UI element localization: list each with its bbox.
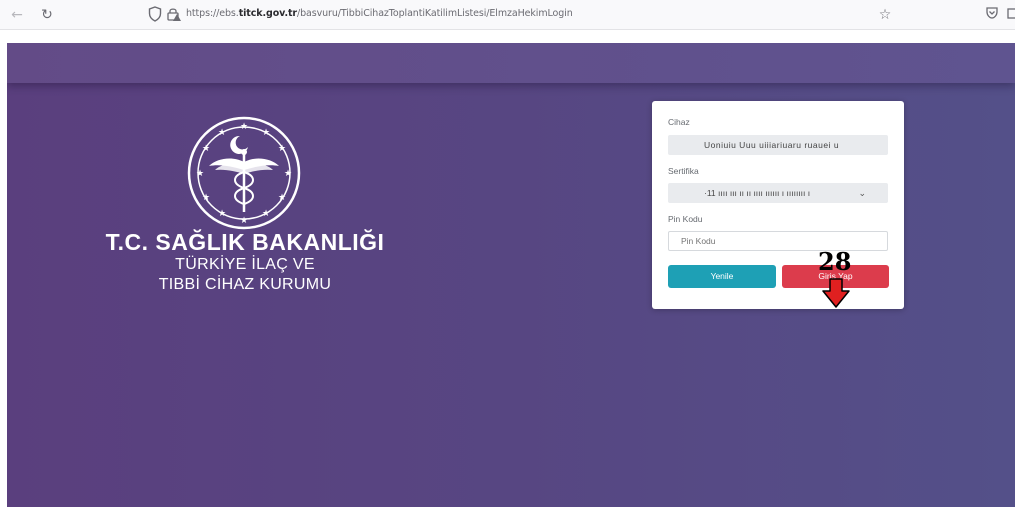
certificate-select-value: ·11 ıııı ııı ıı ıı ıııı ıııııı ı ııııııı… bbox=[704, 188, 811, 198]
svg-text:★: ★ bbox=[240, 216, 248, 226]
step-number-annotation: 28 bbox=[818, 247, 852, 276]
device-select-value: Uoniuiu Uuu uiiiariuaru ruauei u bbox=[704, 140, 840, 150]
bookmark-star-icon[interactable]: ☆ bbox=[876, 6, 894, 24]
address-bar[interactable]: https://ebs.titck.gov.tr/basvuru/TibbiCi… bbox=[186, 8, 573, 19]
svg-text:★: ★ bbox=[202, 193, 210, 203]
ministry-emblem-icon: ★ ★ ★ ★ ★ ★ ★ ★ ★ ★ ★ ★ bbox=[187, 116, 301, 230]
url-prefix: https://ebs. bbox=[186, 8, 239, 19]
svg-text:★: ★ bbox=[284, 169, 292, 179]
svg-text:★: ★ bbox=[202, 144, 210, 154]
organization-subtitle-line2: TIBBİ CİHAZ KURUMU bbox=[158, 276, 332, 293]
device-label: Cihaz bbox=[668, 117, 690, 127]
svg-text:★: ★ bbox=[240, 122, 248, 132]
page-header-bar bbox=[7, 43, 1015, 83]
svg-text:★: ★ bbox=[278, 144, 286, 154]
pin-input[interactable] bbox=[668, 231, 888, 251]
svg-text:★: ★ bbox=[278, 193, 286, 203]
device-select[interactable]: Uoniuiu Uuu uiiiariuaru ruauei u bbox=[668, 135, 888, 155]
organization-name: T.C. SAĞLIK BAKANLIĞI bbox=[105, 229, 385, 255]
login-card: Cihaz Uoniuiu Uuu uiiiariuaru ruauei u S… bbox=[652, 101, 904, 309]
refresh-button[interactable]: Yenile bbox=[668, 265, 776, 288]
certificate-select[interactable]: ·11 ıııı ııı ıı ıı ıııı ıııııı ı ııııııı… bbox=[668, 183, 888, 203]
back-arrow-icon[interactable]: ← bbox=[8, 6, 26, 24]
svg-text:★: ★ bbox=[262, 209, 270, 219]
reload-icon[interactable]: ↻ bbox=[38, 6, 56, 24]
svg-text:★: ★ bbox=[196, 169, 204, 179]
url-path: /basvuru/TibbiCihazToplantiKatilimListes… bbox=[296, 8, 573, 19]
svg-text:★: ★ bbox=[218, 128, 226, 138]
browser-toolbar: ← ↻ https://ebs.titck.gov.tr/basvuru/Tib… bbox=[0, 0, 1015, 30]
svg-text:★: ★ bbox=[262, 128, 270, 138]
pin-label: Pin Kodu bbox=[668, 214, 703, 224]
url-host: titck.gov.tr bbox=[238, 8, 297, 19]
down-arrow-icon bbox=[822, 278, 850, 308]
svg-text:★: ★ bbox=[218, 209, 226, 219]
organization-subtitle-line1: TÜRKİYE İLAÇ VE bbox=[175, 256, 315, 273]
certificate-label: Sertifika bbox=[668, 166, 699, 176]
pocket-icon[interactable] bbox=[983, 6, 1001, 24]
shield-icon[interactable] bbox=[146, 6, 164, 24]
extension-icon[interactable] bbox=[1006, 6, 1015, 24]
lock-warning-icon[interactable] bbox=[165, 6, 183, 24]
screen: ← ↻ https://ebs.titck.gov.tr/basvuru/Tib… bbox=[0, 0, 1015, 507]
chevron-down-icon: ⌄ bbox=[858, 188, 866, 198]
